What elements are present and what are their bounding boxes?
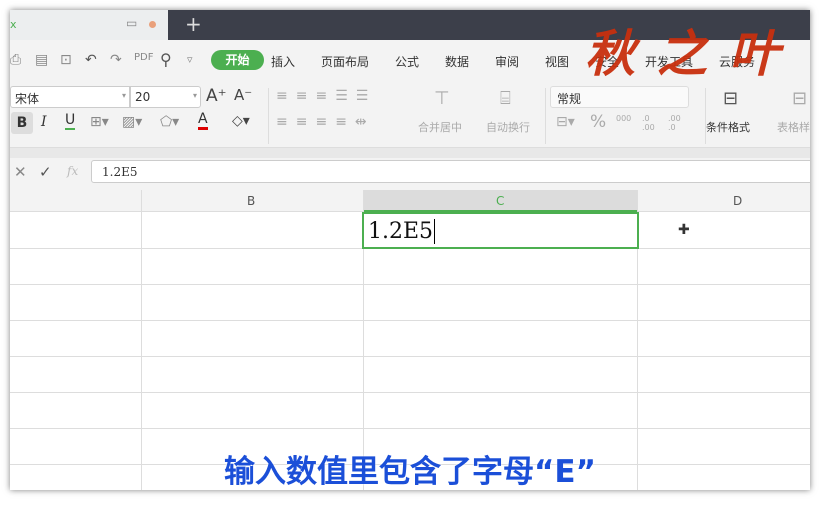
font-name-value: 宋体 (15, 92, 40, 106)
eraser-icon[interactable]: ◇▾ (232, 113, 250, 129)
cell-cursor-icon: ✚ (678, 222, 690, 238)
confirm-icon[interactable]: ✓ (39, 163, 52, 181)
monitor-icon[interactable]: ▭ (126, 16, 137, 30)
increase-decimal-icon[interactable]: .0.00 (642, 114, 655, 132)
thousands-icon[interactable]: 000 (616, 114, 631, 123)
conditional-format-button[interactable]: 条件格式 (706, 119, 750, 135)
cancel-icon[interactable]: ✕ (14, 163, 27, 181)
search-icon[interactable]: ⚲ (160, 50, 172, 69)
pdf-icon[interactable]: PDF (134, 52, 153, 63)
formula-input[interactable]: 1.2E5 (91, 160, 810, 183)
cell-style-icon[interactable]: ▨▾ (122, 114, 142, 130)
wrap-text-button[interactable]: 自动换行 (486, 119, 530, 135)
horizontal-align-icons[interactable]: ≡≡≡≡⇹ (276, 114, 375, 130)
preview-icon[interactable]: ⊡ (60, 52, 72, 68)
fx-icon[interactable]: fx (67, 164, 78, 178)
menu-review[interactable]: 审阅 (495, 53, 519, 70)
bold-button[interactable]: B (11, 112, 33, 134)
new-tab-button[interactable]: + (185, 12, 202, 36)
unsaved-dot-icon (149, 21, 156, 28)
table-style-button[interactable]: 表格样 (777, 119, 810, 135)
print-icon[interactable]: ⎙ (10, 52, 21, 68)
menu-formula[interactable]: 公式 (395, 53, 419, 70)
menu-page-layout[interactable]: 页面布局 (321, 53, 369, 70)
border-icon[interactable]: ⊞▾ (90, 114, 109, 130)
menu-data[interactable]: 数据 (445, 53, 469, 70)
wrap-icon[interactable]: ⌸ (500, 88, 511, 109)
font-color-button[interactable]: A (198, 112, 208, 130)
document-tab[interactable]: x ▭ (10, 10, 168, 40)
currency-icon[interactable]: ⊟▾ (556, 114, 575, 130)
font-size-value: 20 (135, 90, 151, 104)
active-cell-c1[interactable]: 1.2E5 (362, 212, 639, 249)
menu-view[interactable]: 视图 (545, 53, 569, 70)
print-preview-icon[interactable]: ▤ (35, 52, 48, 68)
vertical-align-icons[interactable]: ≡≡≡☰☰ (276, 88, 376, 104)
decrease-decimal-icon[interactable]: .00.0 (668, 114, 681, 132)
percent-icon[interactable]: % (590, 112, 606, 132)
cell-c1-value: 1.2E5 (368, 219, 434, 244)
underline-button[interactable]: U (65, 113, 76, 130)
caption: 输入数值里包含了字母“E” (224, 454, 596, 490)
column-header-b[interactable]: B (247, 194, 255, 208)
menu-insert[interactable]: 插入 (271, 53, 295, 70)
font-size-select[interactable]: 20 ▾ (130, 86, 201, 108)
merge-icon[interactable]: ⊤ (434, 88, 450, 109)
increase-font-icon[interactable]: A⁺ (206, 86, 227, 106)
merge-center-button[interactable]: 合并居中 (418, 119, 462, 135)
conditional-format-icon[interactable]: ⊟ (723, 88, 738, 109)
table-style-icon[interactable]: ⊟ (792, 88, 807, 109)
close-tab-icon[interactable]: x (10, 18, 17, 31)
calligraphy-logo: 秋之叶 (585, 24, 801, 83)
undo-icon[interactable]: ↶ (85, 52, 97, 68)
number-format-value: 常规 (557, 92, 582, 106)
more-icon[interactable]: ▿ (187, 53, 193, 66)
column-header-c[interactable]: C (496, 194, 504, 208)
column-header-d[interactable]: D (733, 194, 742, 208)
redo-icon[interactable]: ↷ (110, 52, 122, 68)
decrease-font-icon[interactable]: A⁻ (234, 86, 252, 104)
italic-button[interactable]: I (41, 114, 47, 130)
font-name-select[interactable]: 宋体 ▾ (10, 86, 130, 108)
fill-color-icon[interactable]: ⬠▾ (160, 114, 179, 130)
spreadsheet-window: x ▭ + ⎙ ▤ ⊡ ↶ ↷ PDF ⚲ ▿ 开始 插入 页面布局 公式 数据… (10, 10, 810, 490)
menu-home[interactable]: 开始 (211, 50, 264, 70)
number-format-select[interactable]: 常规 (550, 86, 689, 108)
